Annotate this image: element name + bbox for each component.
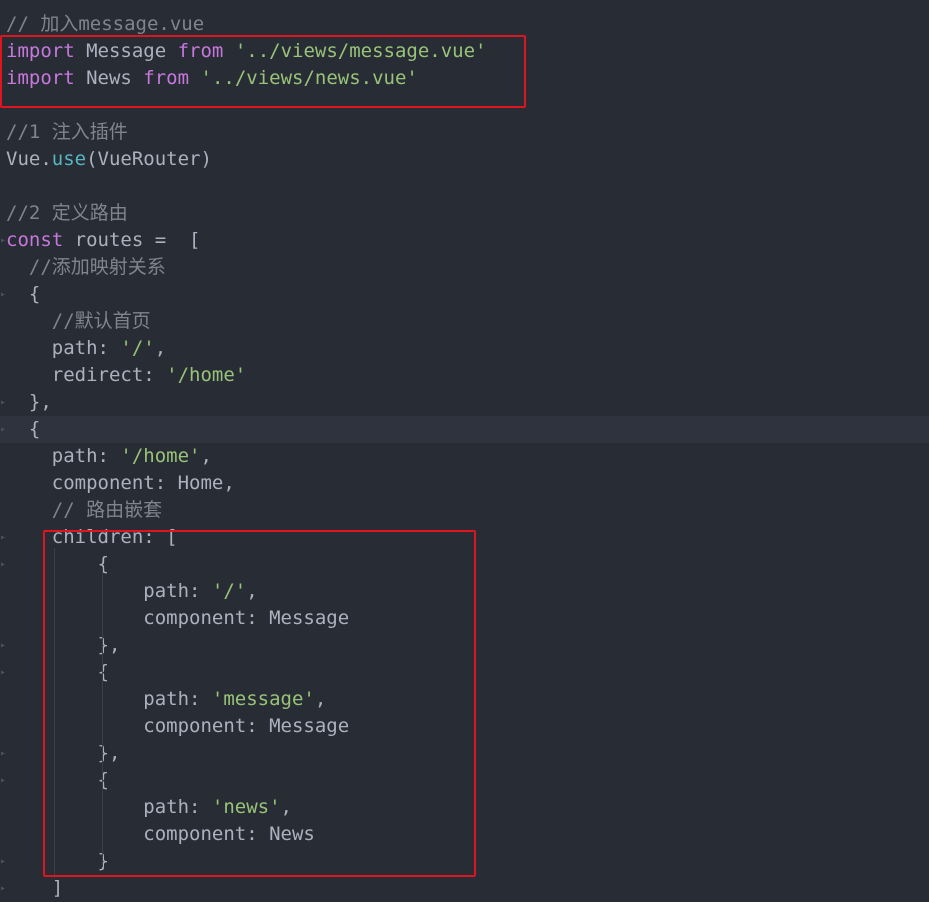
code-line[interactable]: ▸ }, — [0, 389, 929, 416]
code-token-comment: //2 定义路由 — [6, 202, 128, 224]
code-token-comment: // 加入message.vue — [6, 13, 205, 35]
code-token-string: '/home' — [120, 445, 201, 467]
highlight-box-imports — [0, 35, 526, 108]
code-token-comment: //默认首页 — [6, 310, 151, 332]
code-editor[interactable]: ▸ ] ▸ } component: News path: 'news', ▸ {▸… — [0, 0, 929, 899]
code-line[interactable]: //1 注入插件 — [0, 119, 929, 146]
code-text: path: '/home', — [6, 443, 212, 470]
code-text: // 路由嵌套 — [6, 497, 162, 524]
code-token-string: '/' — [120, 337, 155, 359]
code-text: //默认首页 — [6, 308, 151, 335]
code-line[interactable]: // 路由嵌套 — [0, 497, 929, 524]
code-token-text: (VueRouter) — [86, 148, 212, 170]
code-token-text: path: — [6, 445, 121, 467]
fold-marker-icon[interactable]: ▸ — [0, 740, 6, 767]
code-text: { — [6, 281, 40, 308]
code-line[interactable]: Vue.use(VueRouter) — [0, 146, 929, 173]
code-text: path: '/', — [6, 335, 166, 362]
code-line[interactable]: path: '/', — [0, 335, 929, 362]
code-line[interactable]: component: Home, — [0, 470, 929, 497]
code-text: ] — [6, 875, 63, 902]
code-text: component: Home, — [6, 470, 235, 497]
code-token-comment: //1 注入插件 — [6, 121, 128, 143]
code-token-function: use — [51, 148, 87, 170]
code-line[interactable]: ▸ ] — [0, 875, 929, 902]
code-token-keyword: const — [6, 229, 64, 251]
code-token-string: '/home' — [166, 364, 247, 386]
code-text: const routes = [ — [6, 227, 200, 254]
fold-marker-icon[interactable]: ▸ — [0, 551, 6, 578]
code-line[interactable]: ▸ { — [0, 281, 929, 308]
fold-marker-icon[interactable]: ▸ — [0, 389, 6, 416]
code-token-comment: // 路由嵌套 — [6, 499, 163, 521]
code-text: { — [6, 416, 40, 443]
code-line[interactable]: // 加入message.vue — [0, 11, 929, 38]
code-line[interactable]: path: '/home', — [0, 443, 929, 470]
code-token-text: component: Home, — [6, 472, 235, 494]
code-line[interactable]: //默认首页 — [0, 308, 929, 335]
code-line[interactable] — [0, 173, 929, 200]
code-line[interactable]: redirect: '/home' — [0, 362, 929, 389]
fold-marker-icon[interactable]: ▸ — [0, 848, 6, 875]
code-text: Vue.use(VueRouter) — [6, 146, 212, 173]
fold-marker-icon[interactable]: ▸ — [0, 875, 6, 902]
code-token-text: { — [6, 283, 41, 305]
code-text: // 加入message.vue — [6, 11, 204, 38]
code-text: //1 注入插件 — [6, 119, 128, 146]
code-text: }, — [6, 389, 52, 416]
code-token-text: , — [200, 445, 212, 467]
code-token-text: path: — [6, 337, 121, 359]
code-token-text: Vue. — [6, 148, 52, 170]
fold-marker-icon[interactable]: ▸ — [0, 632, 6, 659]
code-line[interactable]: //添加映射关系 — [0, 254, 929, 281]
fold-marker-icon[interactable]: ▸ — [0, 281, 6, 308]
fold-marker-icon[interactable]: ▸ — [0, 416, 6, 443]
code-text: //添加映射关系 — [6, 254, 166, 281]
fold-marker-icon[interactable]: ▸ — [0, 227, 6, 254]
code-line[interactable]: ▸ const routes = [ — [0, 227, 929, 254]
code-token-text: ] — [6, 877, 64, 899]
code-text: //2 定义路由 — [6, 200, 128, 227]
code-line[interactable]: ▸ { — [0, 416, 929, 443]
code-token-text: routes = [ — [63, 229, 201, 251]
fold-marker-icon[interactable]: ▸ — [0, 767, 6, 794]
code-text: redirect: '/home' — [6, 362, 246, 389]
code-token-text: , — [154, 337, 167, 359]
code-token-comment: //添加映射关系 — [6, 256, 166, 278]
code-token-text: { — [6, 418, 41, 440]
highlight-box-children — [43, 530, 476, 877]
fold-marker-icon[interactable]: ▸ — [0, 524, 6, 551]
fold-marker-icon[interactable]: ▸ — [0, 659, 6, 686]
code-token-text: redirect: — [6, 364, 167, 386]
code-line[interactable]: //2 定义路由 — [0, 200, 929, 227]
code-token-text: }, — [6, 391, 52, 413]
